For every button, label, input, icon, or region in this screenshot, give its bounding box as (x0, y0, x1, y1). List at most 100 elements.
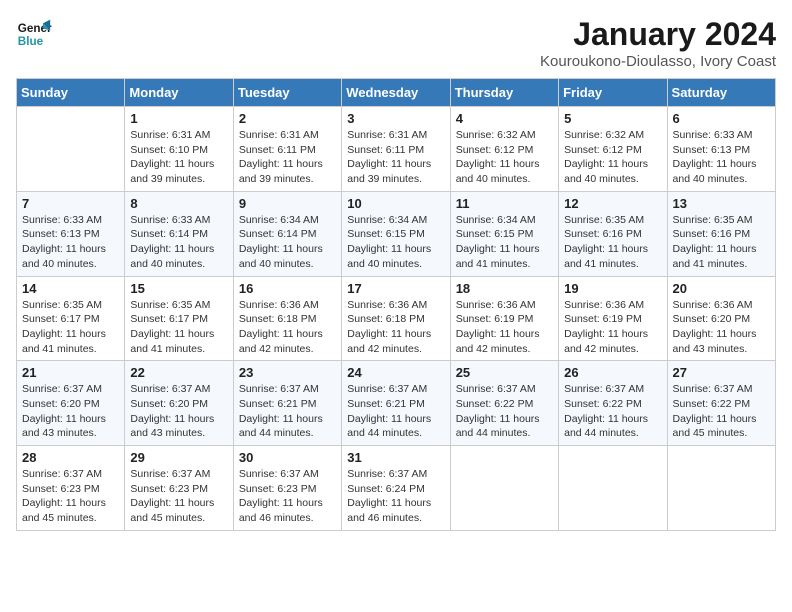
page-header: General Blue January 2024 Kouroukono-Dio… (16, 16, 776, 70)
day-number: 14 (22, 281, 119, 296)
calendar-cell: 19 Sunrise: 6:36 AMSunset: 6:19 PMDayligh… (559, 276, 667, 361)
calendar-cell (559, 446, 667, 531)
month-year-title: January 2024 (540, 16, 776, 53)
calendar-week-3: 14 Sunrise: 6:35 AMSunset: 6:17 PMDayligh… (17, 276, 776, 361)
day-detail: Sunrise: 6:35 AMSunset: 6:17 PMDaylight:… (22, 298, 119, 357)
day-detail: Sunrise: 6:31 AMSunset: 6:10 PMDaylight:… (130, 128, 227, 187)
day-detail: Sunrise: 6:36 AMSunset: 6:18 PMDaylight:… (347, 298, 444, 357)
weekday-header-saturday: Saturday (667, 79, 775, 107)
day-detail: Sunrise: 6:35 AMSunset: 6:16 PMDaylight:… (564, 213, 661, 272)
title-area: January 2024 Kouroukono-Dioulasso, Ivory… (540, 16, 776, 70)
day-number: 2 (239, 111, 336, 126)
day-detail: Sunrise: 6:36 AMSunset: 6:19 PMDaylight:… (456, 298, 553, 357)
calendar-cell (17, 107, 125, 192)
weekday-header-thursday: Thursday (450, 79, 558, 107)
calendar-cell: 9 Sunrise: 6:34 AMSunset: 6:14 PMDaylight… (233, 191, 341, 276)
day-number: 7 (22, 196, 119, 211)
calendar-cell: 7 Sunrise: 6:33 AMSunset: 6:13 PMDaylight… (17, 191, 125, 276)
weekday-header-monday: Monday (125, 79, 233, 107)
day-detail: Sunrise: 6:35 AMSunset: 6:17 PMDaylight:… (130, 298, 227, 357)
day-number: 22 (130, 365, 227, 380)
day-detail: Sunrise: 6:34 AMSunset: 6:15 PMDaylight:… (347, 213, 444, 272)
day-number: 20 (673, 281, 770, 296)
day-number: 25 (456, 365, 553, 380)
calendar-cell: 13 Sunrise: 6:35 AMSunset: 6:16 PMDayligh… (667, 191, 775, 276)
calendar-cell: 21 Sunrise: 6:37 AMSunset: 6:20 PMDayligh… (17, 361, 125, 446)
day-detail: Sunrise: 6:37 AMSunset: 6:21 PMDaylight:… (347, 382, 444, 441)
day-number: 16 (239, 281, 336, 296)
day-detail: Sunrise: 6:37 AMSunset: 6:23 PMDaylight:… (239, 467, 336, 526)
day-number: 3 (347, 111, 444, 126)
calendar-cell: 27 Sunrise: 6:37 AMSunset: 6:22 PMDayligh… (667, 361, 775, 446)
day-detail: Sunrise: 6:31 AMSunset: 6:11 PMDaylight:… (239, 128, 336, 187)
calendar-cell: 17Sunrise: 6:36 AMSunset: 6:18 PMDayligh… (342, 276, 450, 361)
calendar-cell: 11 Sunrise: 6:34 AMSunset: 6:15 PMDayligh… (450, 191, 558, 276)
day-number: 23 (239, 365, 336, 380)
calendar-cell: 18 Sunrise: 6:36 AMSunset: 6:19 PMDayligh… (450, 276, 558, 361)
day-number: 19 (564, 281, 661, 296)
calendar-cell: 12Sunrise: 6:35 AMSunset: 6:16 PMDayligh… (559, 191, 667, 276)
day-number: 21 (22, 365, 119, 380)
weekday-header-wednesday: Wednesday (342, 79, 450, 107)
calendar-cell: 26Sunrise: 6:37 AMSunset: 6:22 PMDayligh… (559, 361, 667, 446)
calendar-cell: 30 Sunrise: 6:37 AMSunset: 6:23 PMDayligh… (233, 446, 341, 531)
calendar-cell: 16 Sunrise: 6:36 AMSunset: 6:18 PMDayligh… (233, 276, 341, 361)
weekday-header-tuesday: Tuesday (233, 79, 341, 107)
day-detail: Sunrise: 6:36 AMSunset: 6:19 PMDaylight:… (564, 298, 661, 357)
calendar-cell: 20 Sunrise: 6:36 AMSunset: 6:20 PMDayligh… (667, 276, 775, 361)
day-number: 5 (564, 111, 661, 126)
day-detail: Sunrise: 6:36 AMSunset: 6:20 PMDaylight:… (673, 298, 770, 357)
day-number: 10 (347, 196, 444, 211)
day-number: 9 (239, 196, 336, 211)
day-number: 26 (564, 365, 661, 380)
calendar-cell (450, 446, 558, 531)
day-detail: Sunrise: 6:37 AMSunset: 6:23 PMDaylight:… (130, 467, 227, 526)
day-number: 31 (347, 450, 444, 465)
weekday-header-row: SundayMondayTuesdayWednesdayThursdayFrid… (17, 79, 776, 107)
day-detail: Sunrise: 6:37 AMSunset: 6:20 PMDaylight:… (22, 382, 119, 441)
day-detail: Sunrise: 6:34 AMSunset: 6:14 PMDaylight:… (239, 213, 336, 272)
day-number: 28 (22, 450, 119, 465)
calendar-cell: 6Sunrise: 6:33 AMSunset: 6:13 PMDaylight… (667, 107, 775, 192)
calendar-cell: 4 Sunrise: 6:32 AMSunset: 6:12 PMDaylight… (450, 107, 558, 192)
calendar-cell (667, 446, 775, 531)
day-detail: Sunrise: 6:31 AMSunset: 6:11 PMDaylight:… (347, 128, 444, 187)
day-number: 27 (673, 365, 770, 380)
calendar-cell: 24 Sunrise: 6:37 AMSunset: 6:21 PMDayligh… (342, 361, 450, 446)
calendar-cell: 22 Sunrise: 6:37 AMSunset: 6:20 PMDayligh… (125, 361, 233, 446)
day-number: 11 (456, 196, 553, 211)
day-detail: Sunrise: 6:36 AMSunset: 6:18 PMDaylight:… (239, 298, 336, 357)
calendar-cell: 14 Sunrise: 6:35 AMSunset: 6:17 PMDayligh… (17, 276, 125, 361)
calendar-cell: 25 Sunrise: 6:37 AMSunset: 6:22 PMDayligh… (450, 361, 558, 446)
day-detail: Sunrise: 6:37 AMSunset: 6:21 PMDaylight:… (239, 382, 336, 441)
day-number: 30 (239, 450, 336, 465)
day-detail: Sunrise: 6:37 AMSunset: 6:22 PMDaylight:… (673, 382, 770, 441)
svg-text:Blue: Blue (18, 35, 44, 48)
day-detail: Sunrise: 6:32 AMSunset: 6:12 PMDaylight:… (456, 128, 553, 187)
location-subtitle: Kouroukono-Dioulasso, Ivory Coast (540, 53, 776, 70)
calendar-cell: 28Sunrise: 6:37 AMSunset: 6:23 PMDayligh… (17, 446, 125, 531)
calendar-week-1: 1Sunrise: 6:31 AMSunset: 6:10 PMDaylight… (17, 107, 776, 192)
day-detail: Sunrise: 6:33 AMSunset: 6:13 PMDaylight:… (22, 213, 119, 272)
calendar-week-5: 28 Sunrise: 6:37 AMSunset: 6:23 PMDayligh… (17, 446, 776, 531)
day-detail: Sunrise: 6:32 AMSunset: 6:12 PMDaylight:… (564, 128, 661, 187)
day-detail: Sunrise: 6:35 AMSunset: 6:16 PMDaylight:… (673, 213, 770, 272)
day-number: 18 (456, 281, 553, 296)
calendar-cell: 10 Sunrise: 6:34 AMSunset: 6:15 PMDayligh… (342, 191, 450, 276)
calendar-cell: 31Sunrise: 6:37 AMSunset: 6:24 PMDayligh… (342, 446, 450, 531)
day-detail: Sunrise: 6:37 AMSunset: 6:20 PMDaylight:… (130, 382, 227, 441)
calendar-cell: 5 Sunrise: 6:32 AMSunset: 6:12 PMDaylight… (559, 107, 667, 192)
day-number: 13 (673, 196, 770, 211)
day-detail: Sunrise: 6:33 AMSunset: 6:14 PMDaylight:… (130, 213, 227, 272)
calendar-week-2: 7 Sunrise: 6:33 AMSunset: 6:13 PMDaylight… (17, 191, 776, 276)
day-number: 4 (456, 111, 553, 126)
calendar-cell: 3 Sunrise: 6:31 AMSunset: 6:11 PMDaylight… (342, 107, 450, 192)
calendar-cell: 23 Sunrise: 6:37 AMSunset: 6:21 PMDayligh… (233, 361, 341, 446)
calendar-cell: 8Sunrise: 6:33 AMSunset: 6:14 PMDaylight… (125, 191, 233, 276)
day-number: 24 (347, 365, 444, 380)
calendar-cell: 1Sunrise: 6:31 AMSunset: 6:10 PMDaylight… (125, 107, 233, 192)
day-detail: Sunrise: 6:34 AMSunset: 6:15 PMDaylight:… (456, 213, 553, 272)
day-detail: Sunrise: 6:33 AMSunset: 6:13 PMDaylight:… (673, 128, 770, 187)
day-detail: Sunrise: 6:37 AMSunset: 6:22 PMDaylight:… (456, 382, 553, 441)
calendar-cell: 2 Sunrise: 6:31 AMSunset: 6:11 PMDaylight… (233, 107, 341, 192)
